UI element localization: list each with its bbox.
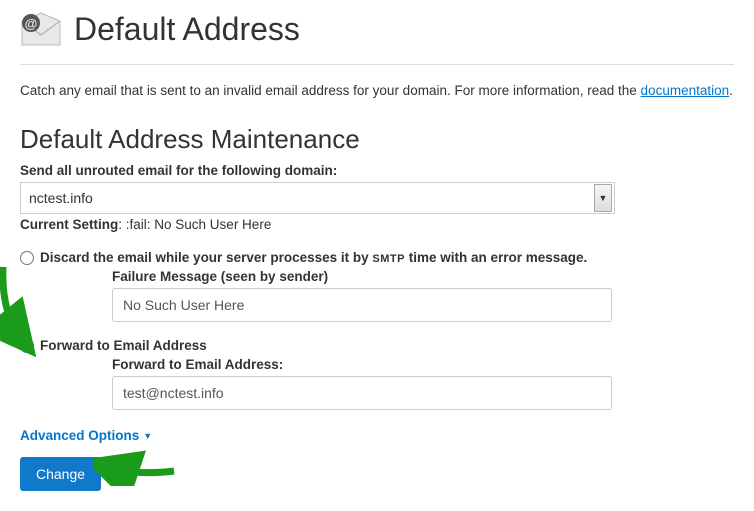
caret-down-icon: ▼ xyxy=(143,431,152,441)
failure-message-section: Failure Message (seen by sender) xyxy=(20,269,734,322)
envelope-at-icon: @ xyxy=(20,8,62,50)
section-title: Default Address Maintenance xyxy=(20,124,734,155)
current-setting-value: : :fail: No Such User Here xyxy=(118,217,271,232)
forward-radio[interactable] xyxy=(20,339,34,353)
advanced-options-label: Advanced Options xyxy=(20,428,139,443)
failure-message-input[interactable] xyxy=(112,288,612,322)
change-button[interactable]: Change xyxy=(20,457,101,491)
current-setting-label: Current Setting xyxy=(20,217,118,232)
current-setting: Current Setting: :fail: No Such User Her… xyxy=(20,217,734,232)
chevron-down-icon: ▼ xyxy=(594,184,612,212)
forward-label[interactable]: Forward to Email Address xyxy=(40,338,207,353)
forward-email-section: Forward to Email Address: xyxy=(20,357,734,410)
page-title: Default Address xyxy=(74,11,300,48)
forward-email-input[interactable] xyxy=(112,376,612,410)
domain-label: Send all unrouted email for the followin… xyxy=(20,163,734,178)
page-header: @ Default Address xyxy=(20,0,734,65)
documentation-link[interactable]: documentation xyxy=(641,83,730,98)
forward-option-row: Forward to Email Address xyxy=(20,338,734,353)
discard-option-row: Discard the email while your server proc… xyxy=(20,250,734,265)
svg-text:@: @ xyxy=(25,16,38,31)
advanced-options-toggle[interactable]: Advanced Options ▼ xyxy=(20,428,152,443)
failure-message-label: Failure Message (seen by sender) xyxy=(112,269,734,284)
intro-before: Catch any email that is sent to an inval… xyxy=(20,83,641,98)
domain-select[interactable]: nctest.info ▼ xyxy=(20,182,615,214)
intro-text: Catch any email that is sent to an inval… xyxy=(20,83,734,98)
discard-radio[interactable] xyxy=(20,251,34,265)
intro-after: . xyxy=(729,83,733,98)
forward-email-label: Forward to Email Address: xyxy=(112,357,734,372)
domain-select-value: nctest.info xyxy=(29,190,93,206)
discard-label[interactable]: Discard the email while your server proc… xyxy=(40,250,587,265)
